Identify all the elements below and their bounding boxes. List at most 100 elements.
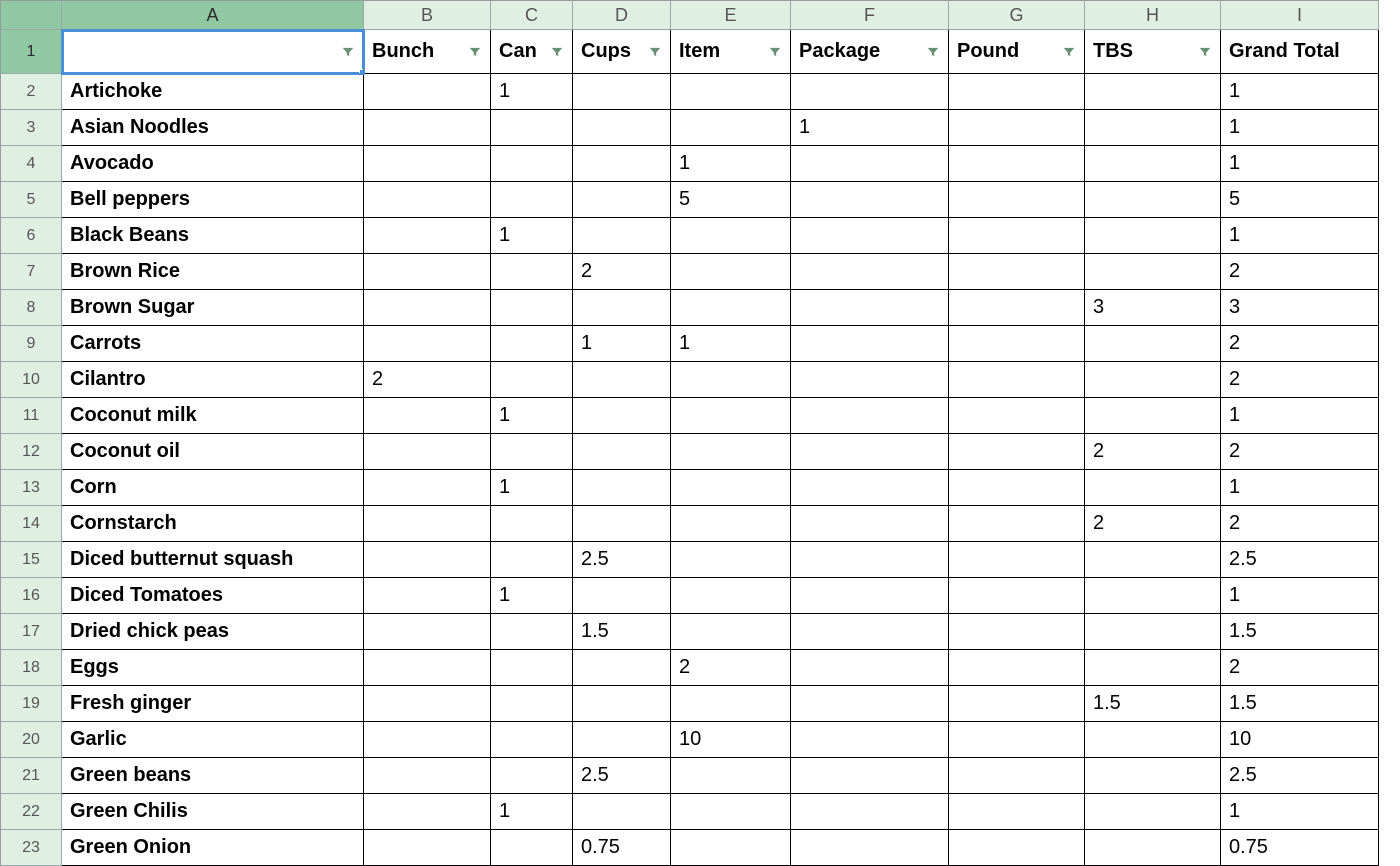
cell-B19[interactable] — [364, 686, 491, 722]
row-header-16[interactable]: 16 — [0, 578, 62, 614]
selection-handle[interactable] — [359, 69, 364, 74]
cell-G21[interactable] — [949, 758, 1085, 794]
column-header-I[interactable]: I — [1221, 0, 1379, 30]
cell-C21[interactable] — [491, 758, 573, 794]
cell-H7[interactable] — [1085, 254, 1221, 290]
row-header-17[interactable]: 17 — [0, 614, 62, 650]
cell-E10[interactable] — [671, 362, 791, 398]
cell-G15[interactable] — [949, 542, 1085, 578]
row-header-15[interactable]: 15 — [0, 542, 62, 578]
cell-I10[interactable]: 2 — [1221, 362, 1379, 398]
cell-G14[interactable] — [949, 506, 1085, 542]
cell-A18[interactable]: Eggs — [62, 650, 364, 686]
cell-C16[interactable]: 1 — [491, 578, 573, 614]
cell-H10[interactable] — [1085, 362, 1221, 398]
cell-I17[interactable]: 1.5 — [1221, 614, 1379, 650]
cell-F8[interactable] — [791, 290, 949, 326]
cell-A21[interactable]: Green beans — [62, 758, 364, 794]
cell-B6[interactable] — [364, 218, 491, 254]
cell-C7[interactable] — [491, 254, 573, 290]
cell-B23[interactable] — [364, 830, 491, 866]
filter-icon[interactable] — [646, 43, 664, 61]
cell-E9[interactable]: 1 — [671, 326, 791, 362]
cell-C14[interactable] — [491, 506, 573, 542]
cell-H3[interactable] — [1085, 110, 1221, 146]
cell-G6[interactable] — [949, 218, 1085, 254]
cell-E18[interactable]: 2 — [671, 650, 791, 686]
cell-H22[interactable] — [1085, 794, 1221, 830]
cell-D13[interactable] — [573, 470, 671, 506]
cell-I8[interactable]: 3 — [1221, 290, 1379, 326]
cell-F14[interactable] — [791, 506, 949, 542]
cell-D2[interactable] — [573, 74, 671, 110]
row-header-19[interactable]: 19 — [0, 686, 62, 722]
cell-I12[interactable]: 2 — [1221, 434, 1379, 470]
cell-E22[interactable] — [671, 794, 791, 830]
cell-B3[interactable] — [364, 110, 491, 146]
cell-A19[interactable]: Fresh ginger — [62, 686, 364, 722]
cell-H6[interactable] — [1085, 218, 1221, 254]
cell-H9[interactable] — [1085, 326, 1221, 362]
cell-B13[interactable] — [364, 470, 491, 506]
cell-G17[interactable] — [949, 614, 1085, 650]
cell-B22[interactable] — [364, 794, 491, 830]
cell-G4[interactable] — [949, 146, 1085, 182]
cell-E16[interactable] — [671, 578, 791, 614]
cell-C10[interactable] — [491, 362, 573, 398]
spreadsheet-grid[interactable]: ABCDEFGHI1BunchCanCupsItemPackagePoundTB… — [0, 0, 1400, 866]
cell-D4[interactable] — [573, 146, 671, 182]
cell-G23[interactable] — [949, 830, 1085, 866]
cell-H14[interactable]: 2 — [1085, 506, 1221, 542]
cell-D19[interactable] — [573, 686, 671, 722]
cell-I13[interactable]: 1 — [1221, 470, 1379, 506]
cell-A5[interactable]: Bell peppers — [62, 182, 364, 218]
cell-H16[interactable] — [1085, 578, 1221, 614]
cell-G18[interactable] — [949, 650, 1085, 686]
cell-G3[interactable] — [949, 110, 1085, 146]
cell-C5[interactable] — [491, 182, 573, 218]
cell-G11[interactable] — [949, 398, 1085, 434]
cell-A1[interactable] — [62, 30, 364, 74]
cell-B4[interactable] — [364, 146, 491, 182]
cell-A3[interactable]: Asian Noodles — [62, 110, 364, 146]
cell-F2[interactable] — [791, 74, 949, 110]
row-header-2[interactable]: 2 — [0, 74, 62, 110]
cell-F3[interactable]: 1 — [791, 110, 949, 146]
cell-E7[interactable] — [671, 254, 791, 290]
cell-I14[interactable]: 2 — [1221, 506, 1379, 542]
cell-F4[interactable] — [791, 146, 949, 182]
cell-I16[interactable]: 1 — [1221, 578, 1379, 614]
row-header-3[interactable]: 3 — [0, 110, 62, 146]
cell-G8[interactable] — [949, 290, 1085, 326]
cell-I5[interactable]: 5 — [1221, 182, 1379, 218]
cell-D14[interactable] — [573, 506, 671, 542]
cell-D7[interactable]: 2 — [573, 254, 671, 290]
cell-A11[interactable]: Coconut milk — [62, 398, 364, 434]
cell-D17[interactable]: 1.5 — [573, 614, 671, 650]
cell-G12[interactable] — [949, 434, 1085, 470]
cell-C15[interactable] — [491, 542, 573, 578]
cell-H5[interactable] — [1085, 182, 1221, 218]
row-header-12[interactable]: 12 — [0, 434, 62, 470]
select-all-corner[interactable] — [0, 0, 62, 30]
cell-I11[interactable]: 1 — [1221, 398, 1379, 434]
column-header-F[interactable]: F — [791, 0, 949, 30]
cell-E8[interactable] — [671, 290, 791, 326]
cell-E19[interactable] — [671, 686, 791, 722]
cell-H2[interactable] — [1085, 74, 1221, 110]
row-header-13[interactable]: 13 — [0, 470, 62, 506]
row-header-8[interactable]: 8 — [0, 290, 62, 326]
cell-D9[interactable]: 1 — [573, 326, 671, 362]
cell-D1[interactable]: Cups — [573, 30, 671, 74]
cell-B14[interactable] — [364, 506, 491, 542]
cell-B17[interactable] — [364, 614, 491, 650]
cell-D3[interactable] — [573, 110, 671, 146]
cell-G13[interactable] — [949, 470, 1085, 506]
filter-icon[interactable] — [466, 43, 484, 61]
row-header-6[interactable]: 6 — [0, 218, 62, 254]
cell-F23[interactable] — [791, 830, 949, 866]
cell-A15[interactable]: Diced butternut squash — [62, 542, 364, 578]
cell-D23[interactable]: 0.75 — [573, 830, 671, 866]
cell-I22[interactable]: 1 — [1221, 794, 1379, 830]
cell-C20[interactable] — [491, 722, 573, 758]
